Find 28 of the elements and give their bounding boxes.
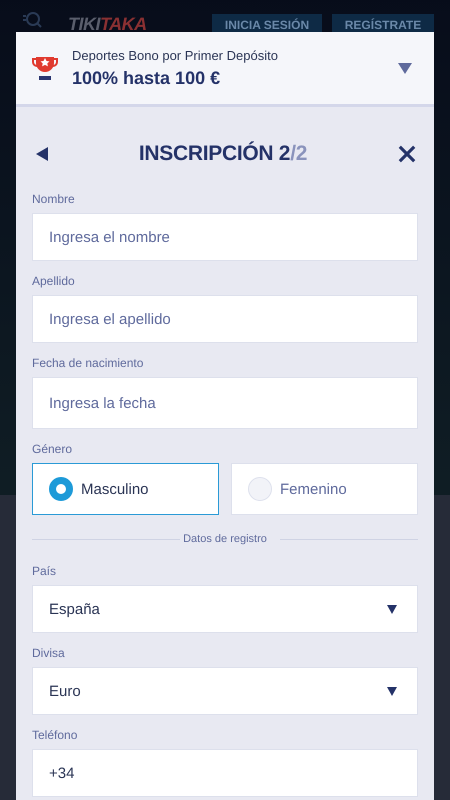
field-label: Nombre bbox=[32, 192, 76, 206]
bonus-title: 100% hasta 100 € bbox=[72, 68, 222, 88]
input-field[interactable]: Ingresa el nombre bbox=[32, 213, 418, 261]
form-title: INSCRIPCIÓN 2/2 bbox=[138, 142, 308, 166]
input-field[interactable]: +34 bbox=[32, 749, 418, 797]
field-label: Apellido bbox=[32, 274, 76, 288]
field-label: Divisa bbox=[32, 646, 66, 660]
dropdown[interactable]: España bbox=[32, 585, 418, 633]
field-label: País bbox=[32, 564, 58, 578]
dropdown[interactable]: Euro bbox=[32, 667, 418, 715]
caret-icon bbox=[387, 604, 397, 614]
radio-option[interactable]: Femenino bbox=[231, 463, 418, 515]
bonus-subtitle: Deportes Bono por Primer Depósito bbox=[72, 48, 279, 62]
input-field[interactable]: Ingresa el apellido bbox=[32, 295, 418, 343]
bonus-panel[interactable]: Deportes Bono por Primer Depósito 100% hasta 100 € bbox=[16, 32, 434, 107]
section-label: Datos de registro bbox=[182, 533, 268, 545]
field-label: Teléfono bbox=[32, 728, 78, 742]
back-icon[interactable] bbox=[36, 147, 48, 161]
close-icon[interactable] bbox=[398, 145, 416, 163]
input-field[interactable]: Ingresa la fecha bbox=[32, 377, 418, 429]
caret-icon bbox=[398, 62, 412, 74]
radio-icon bbox=[248, 477, 272, 501]
caret-icon bbox=[387, 686, 397, 696]
trophy-icon bbox=[32, 54, 58, 82]
radio-icon bbox=[49, 477, 73, 501]
radio-option[interactable]: Masculino bbox=[32, 463, 219, 515]
field-label: Género bbox=[32, 442, 74, 456]
field-label: Fecha de nacimiento bbox=[32, 356, 144, 370]
